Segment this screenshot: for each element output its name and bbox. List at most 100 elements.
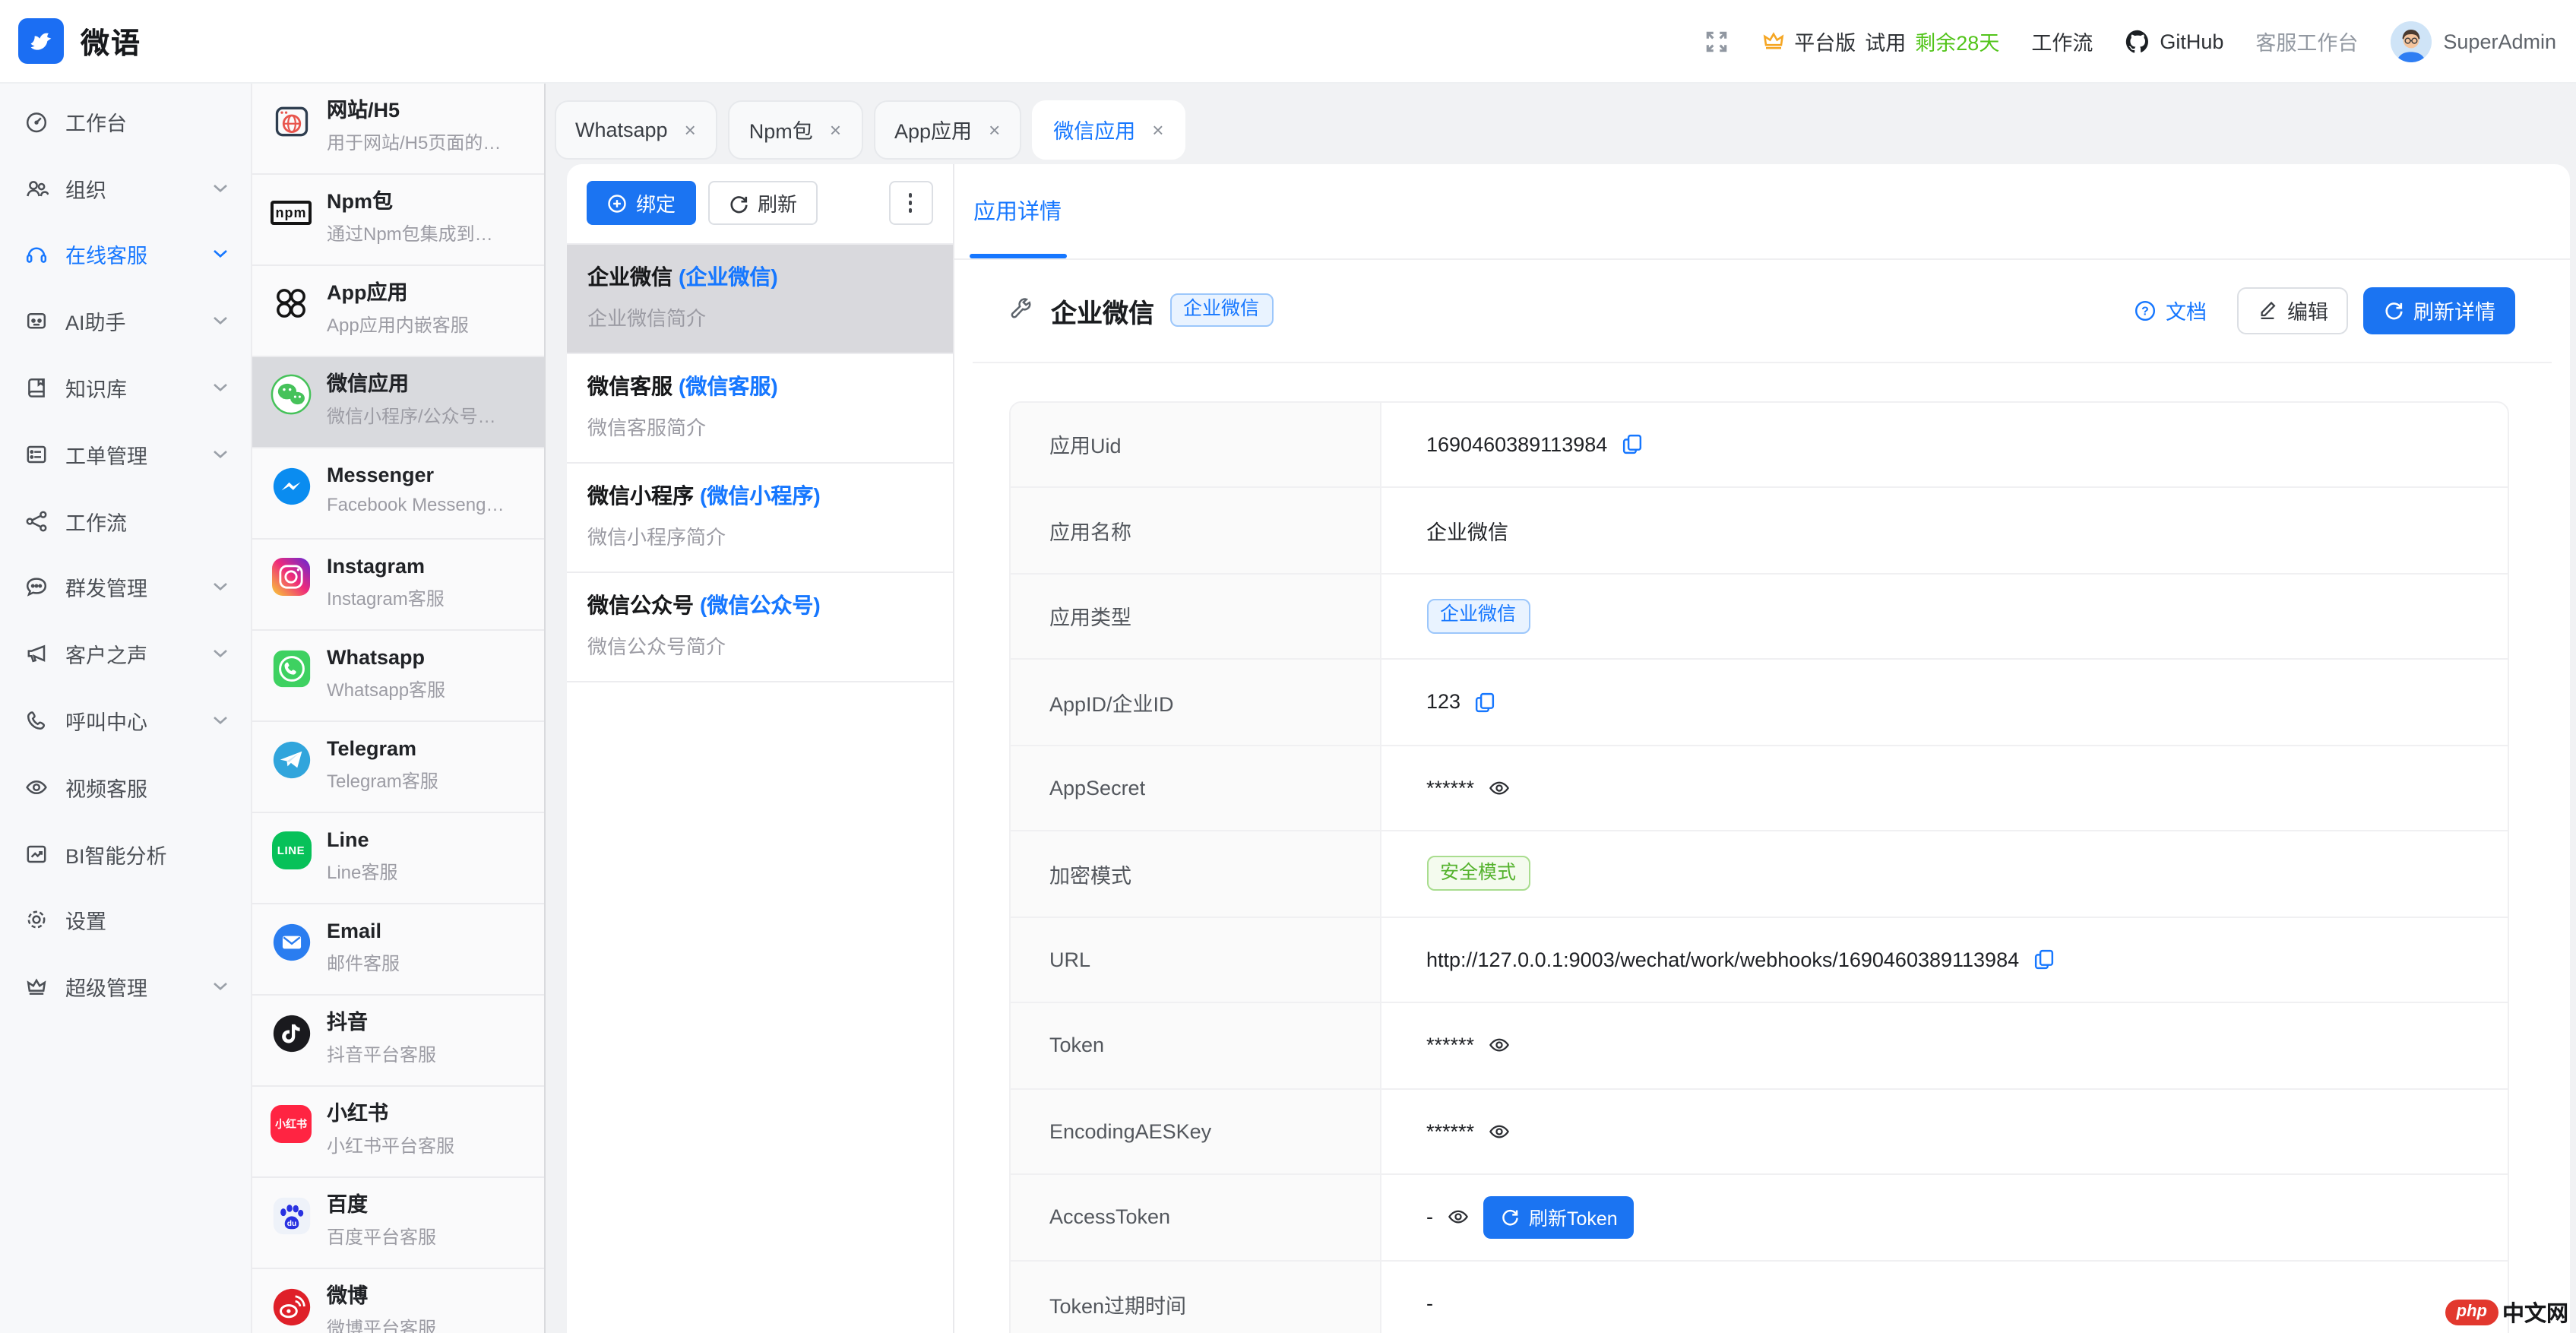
- plan-trial: 试用: [1865, 26, 1906, 56]
- eye-icon[interactable]: [1488, 777, 1511, 799]
- copy-icon[interactable]: [1474, 692, 1495, 713]
- app-item-wechat-miniprogram[interactable]: 微信小程序(微信小程序) 微信小程序简介: [566, 463, 952, 572]
- app-name-value: 企业微信: [1426, 515, 1508, 546]
- sidebar-item-online-service[interactable]: 在线客服: [0, 221, 251, 288]
- bound-app-list: 企业微信(企业微信) 企业微信简介 微信客服(微信客服) 微信客服简介 微信小程…: [566, 242, 952, 682]
- sidebar-item-organization[interactable]: 组织: [0, 155, 251, 222]
- tab-wechat[interactable]: 微信应用 ×: [1032, 100, 1185, 159]
- channel-item-npm[interactable]: npm Npm包 通过Npm包集成到…: [252, 175, 543, 266]
- app-name: 微信公众号: [587, 592, 694, 616]
- row-label: Token: [1010, 1003, 1381, 1088]
- sidebar-item-settings[interactable]: 设置: [0, 887, 251, 954]
- book-icon: [24, 375, 49, 400]
- app-detail-panel: 应用详情 企业微信 企业微信 ? 文档 编辑: [954, 163, 2570, 1333]
- bind-button[interactable]: 绑定: [586, 181, 695, 225]
- phone-icon: [24, 708, 49, 733]
- copy-icon[interactable]: [1621, 434, 1642, 455]
- refresh-icon: [727, 192, 748, 214]
- channel-name: 微博: [327, 1281, 436, 1311]
- tab-npm[interactable]: Npm包 ×: [728, 100, 862, 159]
- chart-icon: [24, 841, 49, 866]
- channel-item-line[interactable]: LINE Line Line客服: [252, 813, 543, 904]
- table-row: URL http://127.0.0.1:9003/wechat/work/we…: [1010, 917, 2508, 1003]
- more-options-button[interactable]: [888, 181, 932, 225]
- plan-badge[interactable]: 平台版 试用 剩余28天: [1761, 26, 1999, 56]
- docs-link[interactable]: ? 文档: [2134, 295, 2207, 325]
- sidebar-item-workbench[interactable]: 工作台: [0, 88, 251, 155]
- weibo-icon: [271, 1286, 312, 1327]
- tab-whatsapp[interactable]: Whatsapp ×: [554, 100, 717, 159]
- row-label: Token过期时间: [1010, 1261, 1381, 1333]
- sidebar-item-super-admin[interactable]: 超级管理: [0, 954, 251, 1021]
- eye-icon[interactable]: [1447, 1206, 1470, 1229]
- channel-item-whatsapp[interactable]: Whatsapp Whatsapp客服: [252, 631, 543, 722]
- channel-item-messenger[interactable]: Messenger Facebook Messeng…: [252, 448, 543, 540]
- sidebar-item-call-center[interactable]: 呼叫中心: [0, 687, 251, 754]
- sidebar-item-label: 设置: [65, 905, 106, 936]
- row-label: 应用类型: [1010, 574, 1381, 658]
- row-label: 加密模式: [1010, 831, 1381, 916]
- messenger-icon: [271, 465, 312, 506]
- tab-app-detail[interactable]: 应用详情: [969, 163, 1066, 258]
- github-link[interactable]: GitHub: [2125, 28, 2223, 54]
- app-type-badge: 企业微信: [1169, 293, 1273, 327]
- refresh-detail-button[interactable]: 刷新详情: [2363, 287, 2515, 334]
- php-logo: php: [2446, 1300, 2498, 1325]
- question-circle-icon: ?: [2134, 299, 2157, 321]
- close-icon[interactable]: ×: [685, 119, 696, 139]
- copy-icon[interactable]: [2033, 949, 2054, 970]
- workflow-link[interactable]: 工作流: [2031, 26, 2093, 56]
- channel-item-douyin[interactable]: 抖音 抖音平台客服: [252, 996, 543, 1087]
- github-icon: [2125, 28, 2150, 54]
- channel-item-xiaohongshu[interactable]: 小红书 小红书 小红书平台客服: [252, 1087, 543, 1178]
- sidebar-item-knowledge-base[interactable]: 知识库: [0, 354, 251, 421]
- tab-app[interactable]: App应用 ×: [873, 100, 1021, 159]
- sidebar-item-label: 在线客服: [65, 239, 147, 270]
- chevron-down-icon: [213, 450, 228, 459]
- fullscreen-icon[interactable]: [1703, 28, 1729, 54]
- eye-icon[interactable]: [1488, 1034, 1511, 1057]
- channel-desc: Telegram客服: [327, 768, 438, 793]
- eye-icon[interactable]: [1488, 1120, 1511, 1143]
- channel-item-website[interactable]: 网站/H5 用于网站/H5页面的…: [252, 84, 543, 175]
- crown-icon: [1761, 29, 1785, 53]
- sidebar-item-video-service[interactable]: 视频客服: [0, 754, 251, 821]
- website-icon: [271, 100, 312, 141]
- channel-item-instagram[interactable]: Instagram Instagram客服: [252, 540, 543, 631]
- channel-item-wechat[interactable]: 微信应用 微信小程序/公众号…: [252, 357, 543, 448]
- app-item-wechat-official-account[interactable]: 微信公众号(微信公众号) 微信公众号简介: [566, 572, 952, 682]
- channel-item-telegram[interactable]: Telegram Telegram客服: [252, 722, 543, 813]
- refresh-icon: [1500, 1208, 1520, 1227]
- refresh-button[interactable]: 刷新: [707, 181, 817, 225]
- sidebar-item-workflow[interactable]: 工作流: [0, 488, 251, 555]
- sidebar-item-label: 组织: [65, 173, 106, 203]
- sidebar-item-voice-of-customer[interactable]: 客户之声: [0, 621, 251, 688]
- app-item-wechat-work[interactable]: 企业微信(企业微信) 企业微信简介: [566, 244, 952, 353]
- channel-desc: 用于网站/H5页面的…: [327, 129, 501, 155]
- tab-label: Whatsapp: [575, 118, 668, 141]
- channel-item-baidu[interactable]: du 百度 百度平台客服: [252, 1178, 543, 1269]
- chevron-down-icon: [213, 317, 228, 326]
- chevron-down-icon: [213, 650, 228, 659]
- sidebar-item-broadcast[interactable]: 群发管理: [0, 554, 251, 621]
- channel-item-weibo[interactable]: 微博 微博平台客服: [252, 1269, 543, 1333]
- wrench-icon: [1008, 298, 1033, 322]
- close-icon[interactable]: ×: [830, 119, 841, 139]
- avatar[interactable]: [2390, 21, 2431, 62]
- agent-workbench-link[interactable]: 客服工作台: [2255, 26, 2358, 56]
- app-item-wechat-kefu[interactable]: 微信客服(微信客服) 微信客服简介: [566, 353, 952, 463]
- php-cn-watermark: php 中文网: [2446, 1297, 2568, 1328]
- sidebar-item-ai-assistant[interactable]: AI助手: [0, 288, 251, 355]
- close-icon[interactable]: ×: [1152, 119, 1163, 139]
- channel-item-email[interactable]: Email 邮件客服: [252, 904, 543, 996]
- channel-item-app[interactable]: App应用 App应用内嵌客服: [252, 266, 543, 357]
- sidebar-item-ticket-management[interactable]: 工单管理: [0, 421, 251, 488]
- table-row: 应用类型 企业微信: [1010, 574, 2508, 660]
- channel-name: 抖音: [327, 1008, 436, 1037]
- edit-button[interactable]: 编辑: [2237, 287, 2348, 334]
- plan-name: 平台版: [1794, 26, 1856, 56]
- sidebar-item-bi-analytics[interactable]: BI智能分析: [0, 821, 251, 888]
- app-logo[interactable]: [18, 18, 64, 64]
- close-icon[interactable]: ×: [989, 119, 1000, 139]
- refresh-token-button[interactable]: 刷新Token: [1483, 1196, 1635, 1239]
